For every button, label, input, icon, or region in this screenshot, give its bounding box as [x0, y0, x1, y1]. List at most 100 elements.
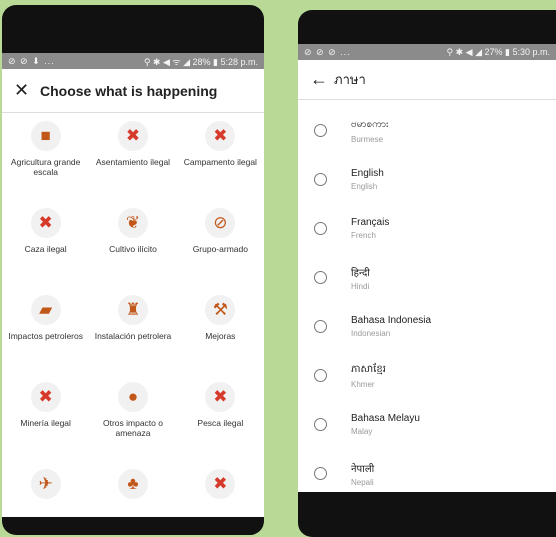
category-label: Campamento ilegal	[183, 157, 257, 167]
app-bar: ← ภาษา	[298, 60, 556, 100]
oil-impact-icon: ▰	[30, 295, 61, 325]
category-item[interactable]: ♜ Instalación petrolera	[89, 287, 176, 374]
plane-icon: ✈	[30, 469, 61, 499]
app-bar: ✕ Choose what is happening	[2, 69, 264, 113]
category-label: Asentamiento ilegal	[95, 157, 171, 167]
category-label: Impactos petroleros	[8, 331, 83, 341]
armed-group-icon: ⊘	[205, 208, 236, 238]
oil-installation-icon: ♜	[117, 295, 148, 325]
language-name: Bahasa Melayu	[351, 413, 420, 424]
illegal-hunting-icon: ✖	[30, 208, 61, 238]
language-name: ភាសាខ្មែរ	[351, 364, 386, 375]
map-pin-icon: ●	[117, 382, 148, 412]
category-item[interactable]: ⚒ Mejoras	[177, 287, 264, 374]
trees-icon: ♣	[117, 469, 148, 499]
language-text: हिन्दी Hindi	[351, 265, 370, 291]
status-bar: ⊘ ⊘ ⊘ ... ⚲ ✱ ◀ ◢ 27% ▮ 5:30 p.m.	[298, 44, 556, 60]
language-english-name: Khmer	[351, 380, 375, 389]
language-name: ဗမာစကား	[351, 119, 389, 130]
category-label: Mejoras	[205, 331, 236, 341]
language-english-name: Indonesian	[351, 329, 391, 338]
language-english-name: English	[351, 182, 378, 191]
category-label: Cultivo ilícito	[109, 244, 157, 254]
choose-screen: ✕ Choose what is happening ■ Agricultura …	[2, 69, 264, 517]
language-option[interactable]: ភាសាខ្មែរ Khmer	[298, 351, 556, 400]
improvements-icon: ⚒	[205, 295, 236, 325]
language-english-name: French	[351, 231, 376, 240]
category-item[interactable]: ✖ Asentamiento ilegal	[89, 113, 176, 200]
left-phone: ⊘ ⊘ ⬇ ... ⚲ ✱ ◀ ᯤ ◢ 28% ▮ 5:28 p.m. ✕ Ch…	[2, 5, 264, 535]
category-item[interactable]: ● Otros impacto o amenaza	[89, 374, 176, 461]
illegal-mining-icon: ✖	[30, 382, 61, 412]
language-text: Bahasa Indonesia Indonesian	[351, 315, 431, 338]
category-item[interactable]: ✖ Campamento ilegal	[177, 113, 264, 200]
status-right: ⚲ ✱ ◀ ᯤ ◢ 28% ▮ 5:28 p.m.	[143, 56, 258, 67]
illegal-fishing-icon: ✖	[205, 382, 236, 412]
radio-button[interactable]	[314, 173, 327, 186]
language-text: ဗမာစကား Burmese	[351, 117, 389, 144]
category-item[interactable]: ⊘ Grupo-armado	[177, 200, 264, 287]
radio-button[interactable]	[314, 320, 327, 333]
status-left-icons: ⊘ ⊘ ⬇ ...	[8, 55, 55, 66]
category-label: Pesca ilegal	[197, 418, 244, 428]
language-name: हिन्दी	[351, 267, 370, 279]
language-option[interactable]: ဗမာစကား Burmese	[298, 106, 556, 155]
language-english-name: Nepali	[351, 477, 374, 487]
status-bar: ⊘ ⊘ ⬇ ... ⚲ ✱ ◀ ᯤ ◢ 28% ▮ 5:28 p.m.	[2, 53, 264, 69]
illegal-settlement-icon: ✖	[117, 121, 148, 151]
close-icon[interactable]: ✕	[14, 80, 40, 101]
radio-button[interactable]	[314, 418, 327, 431]
radio-button[interactable]	[314, 222, 327, 235]
language-name: नेपाली	[351, 463, 375, 475]
status-left-icons: ⊘ ⊘ ⊘ ...	[304, 46, 351, 57]
crossed-icon: ✖	[205, 469, 236, 499]
category-item[interactable]: ✈	[2, 461, 89, 517]
category-label: Caza ilegal	[24, 244, 67, 254]
page-title: ภาษา	[334, 72, 366, 87]
language-option[interactable]: Bahasa Indonesia Indonesian	[298, 302, 556, 351]
category-label: Agricultura grande escala	[10, 157, 81, 177]
language-text: नेपाली Nepali	[351, 461, 374, 487]
status-right: ⚲ ✱ ◀ ◢ 27% ▮ 5:30 p.m.	[446, 46, 550, 57]
language-english-name: Malay	[351, 427, 373, 436]
language-name: Bahasa Indonesia	[351, 315, 432, 326]
radio-button[interactable]	[314, 124, 327, 137]
radio-button[interactable]	[314, 467, 327, 480]
language-text: Bahasa Melayu Malay	[351, 413, 420, 436]
illegal-camp-icon: ✖	[205, 121, 236, 151]
language-text: Français French	[351, 217, 389, 240]
category-label: Grupo-armado	[192, 244, 248, 254]
language-option[interactable]: English English	[298, 155, 556, 204]
category-item[interactable]: ✖ Caza ilegal	[2, 200, 89, 287]
agriculture-icon: ■	[30, 121, 61, 151]
back-arrow-icon[interactable]: ←	[310, 69, 334, 90]
category-item[interactable]: ✖ Minería ilegal	[2, 374, 89, 461]
category-item[interactable]: ✖ Pesca ilegal	[177, 374, 264, 461]
language-screen: ← ภาษา ဗမာစကား Burmese English English Franç…	[298, 60, 556, 492]
language-option[interactable]: नेपाली Nepali	[298, 449, 556, 492]
radio-button[interactable]	[314, 369, 327, 382]
radio-button[interactable]	[314, 271, 327, 284]
language-english-name: Hindi	[351, 281, 370, 291]
language-option[interactable]: Bahasa Melayu Malay	[298, 400, 556, 449]
language-text: English English	[351, 168, 384, 191]
language-english-name: Burmese	[351, 135, 384, 144]
language-text: ភាសាខ្មែរ Khmer	[351, 362, 386, 389]
right-phone: ⊘ ⊘ ⊘ ... ⚲ ✱ ◀ ◢ 27% ▮ 5:30 p.m. ← ภาษา…	[298, 10, 556, 537]
category-item[interactable]: ✖	[177, 461, 264, 517]
language-option[interactable]: Français French	[298, 204, 556, 253]
language-name: English	[351, 168, 384, 179]
page-title: Choose what is happening	[40, 82, 218, 99]
language-list: ဗမာစကား Burmese English English Français Fren…	[298, 100, 556, 492]
category-item[interactable]: ■ Agricultura grande escala	[2, 113, 89, 200]
illicit-crop-icon: ❦	[117, 208, 148, 238]
category-grid: ■ Agricultura grande escala ✖ Asentamiento …	[2, 113, 264, 517]
category-label: Minería ilegal	[20, 418, 71, 428]
category-item[interactable]: ▰ Impactos petroleros	[2, 287, 89, 374]
category-label: Otros impacto o amenaza	[102, 418, 163, 438]
language-option[interactable]: हिन्दी Hindi	[298, 253, 556, 302]
category-label: Instalación petrolera	[94, 331, 172, 341]
category-item[interactable]: ♣	[89, 461, 176, 517]
language-name: Français	[351, 217, 390, 228]
category-item[interactable]: ❦ Cultivo ilícito	[89, 200, 176, 287]
